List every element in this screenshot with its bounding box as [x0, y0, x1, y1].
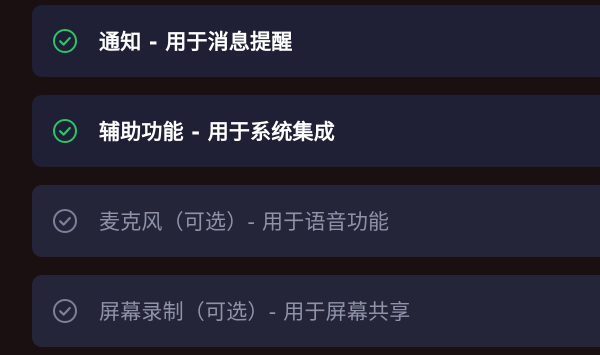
check-circle-icon [52, 28, 78, 54]
check-circle-icon [52, 298, 78, 324]
permission-item-accessibility[interactable]: 辅助功能 - 用于系统集成 [32, 95, 600, 167]
permission-item-microphone[interactable]: 麦克风（可选）- 用于语音功能 [32, 185, 600, 257]
permission-label: 屏幕录制（可选）- 用于屏幕共享 [99, 300, 411, 324]
permission-label: 通知 - 用于消息提醒 [99, 30, 293, 54]
check-circle-icon [52, 118, 78, 144]
permission-list: 通知 - 用于消息提醒 辅助功能 - 用于系统集成 麦克风（可选）- 用于语音功… [0, 0, 600, 355]
permission-item-notifications[interactable]: 通知 - 用于消息提醒 [32, 5, 600, 77]
permission-label: 辅助功能 - 用于系统集成 [99, 120, 335, 144]
permission-item-screen-recording[interactable]: 屏幕录制（可选）- 用于屏幕共享 [32, 275, 600, 347]
check-circle-icon [52, 208, 78, 234]
permission-label: 麦克风（可选）- 用于语音功能 [99, 210, 390, 234]
